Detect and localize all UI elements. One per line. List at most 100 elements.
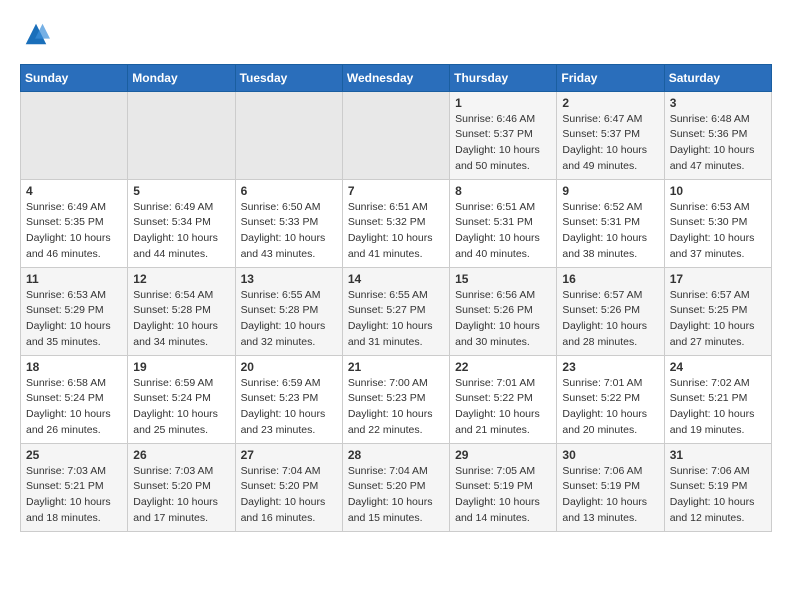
day-info: Sunrise: 6:49 AMSunset: 5:34 PMDaylight:… — [133, 201, 218, 260]
calendar-cell: 23 Sunrise: 7:01 AMSunset: 5:22 PMDaylig… — [557, 355, 664, 443]
day-number: 1 — [455, 96, 551, 110]
calendar-cell: 27 Sunrise: 7:04 AMSunset: 5:20 PMDaylig… — [235, 443, 342, 531]
page-header — [20, 20, 772, 54]
calendar-cell: 31 Sunrise: 7:06 AMSunset: 5:19 PMDaylig… — [664, 443, 771, 531]
day-number: 7 — [348, 184, 444, 198]
day-number: 28 — [348, 448, 444, 462]
day-number: 21 — [348, 360, 444, 374]
calendar-cell: 4 Sunrise: 6:49 AMSunset: 5:35 PMDayligh… — [21, 179, 128, 267]
calendar-cell: 24 Sunrise: 7:02 AMSunset: 5:21 PMDaylig… — [664, 355, 771, 443]
weekday-header-saturday: Saturday — [664, 64, 771, 91]
calendar-cell: 5 Sunrise: 6:49 AMSunset: 5:34 PMDayligh… — [128, 179, 235, 267]
day-number: 10 — [670, 184, 766, 198]
day-info: Sunrise: 7:02 AMSunset: 5:21 PMDaylight:… — [670, 377, 755, 436]
day-info: Sunrise: 6:56 AMSunset: 5:26 PMDaylight:… — [455, 289, 540, 348]
day-number: 17 — [670, 272, 766, 286]
calendar-cell — [342, 91, 449, 179]
day-number: 27 — [241, 448, 337, 462]
calendar-cell — [128, 91, 235, 179]
calendar-cell: 9 Sunrise: 6:52 AMSunset: 5:31 PMDayligh… — [557, 179, 664, 267]
calendar-cell: 13 Sunrise: 6:55 AMSunset: 5:28 PMDaylig… — [235, 267, 342, 355]
calendar-cell: 14 Sunrise: 6:55 AMSunset: 5:27 PMDaylig… — [342, 267, 449, 355]
calendar-cell: 25 Sunrise: 7:03 AMSunset: 5:21 PMDaylig… — [21, 443, 128, 531]
weekday-header-row: SundayMondayTuesdayWednesdayThursdayFrid… — [21, 64, 772, 91]
day-number: 5 — [133, 184, 229, 198]
calendar-cell: 10 Sunrise: 6:53 AMSunset: 5:30 PMDaylig… — [664, 179, 771, 267]
day-info: Sunrise: 7:01 AMSunset: 5:22 PMDaylight:… — [562, 377, 647, 436]
day-number: 31 — [670, 448, 766, 462]
day-number: 14 — [348, 272, 444, 286]
logo-icon — [22, 20, 50, 48]
day-number: 8 — [455, 184, 551, 198]
day-info: Sunrise: 6:53 AMSunset: 5:29 PMDaylight:… — [26, 289, 111, 348]
day-number: 30 — [562, 448, 658, 462]
calendar-cell — [21, 91, 128, 179]
day-number: 23 — [562, 360, 658, 374]
day-info: Sunrise: 6:55 AMSunset: 5:28 PMDaylight:… — [241, 289, 326, 348]
calendar-cell: 15 Sunrise: 6:56 AMSunset: 5:26 PMDaylig… — [450, 267, 557, 355]
day-info: Sunrise: 6:58 AMSunset: 5:24 PMDaylight:… — [26, 377, 111, 436]
day-number: 24 — [670, 360, 766, 374]
day-number: 2 — [562, 96, 658, 110]
calendar-week-row: 1 Sunrise: 6:46 AMSunset: 5:37 PMDayligh… — [21, 91, 772, 179]
weekday-header-friday: Friday — [557, 64, 664, 91]
day-info: Sunrise: 6:47 AMSunset: 5:37 PMDaylight:… — [562, 113, 647, 172]
day-info: Sunrise: 7:05 AMSunset: 5:19 PMDaylight:… — [455, 465, 540, 524]
calendar-cell: 22 Sunrise: 7:01 AMSunset: 5:22 PMDaylig… — [450, 355, 557, 443]
day-info: Sunrise: 6:54 AMSunset: 5:28 PMDaylight:… — [133, 289, 218, 348]
calendar-cell: 8 Sunrise: 6:51 AMSunset: 5:31 PMDayligh… — [450, 179, 557, 267]
day-info: Sunrise: 6:46 AMSunset: 5:37 PMDaylight:… — [455, 113, 540, 172]
day-number: 13 — [241, 272, 337, 286]
day-info: Sunrise: 6:49 AMSunset: 5:35 PMDaylight:… — [26, 201, 111, 260]
day-number: 11 — [26, 272, 122, 286]
calendar-cell: 18 Sunrise: 6:58 AMSunset: 5:24 PMDaylig… — [21, 355, 128, 443]
weekday-header-tuesday: Tuesday — [235, 64, 342, 91]
calendar-cell: 29 Sunrise: 7:05 AMSunset: 5:19 PMDaylig… — [450, 443, 557, 531]
weekday-header-wednesday: Wednesday — [342, 64, 449, 91]
day-info: Sunrise: 7:04 AMSunset: 5:20 PMDaylight:… — [241, 465, 326, 524]
day-info: Sunrise: 7:03 AMSunset: 5:21 PMDaylight:… — [26, 465, 111, 524]
day-info: Sunrise: 6:59 AMSunset: 5:24 PMDaylight:… — [133, 377, 218, 436]
weekday-header-sunday: Sunday — [21, 64, 128, 91]
day-number: 18 — [26, 360, 122, 374]
calendar-week-row: 11 Sunrise: 6:53 AMSunset: 5:29 PMDaylig… — [21, 267, 772, 355]
calendar-cell: 7 Sunrise: 6:51 AMSunset: 5:32 PMDayligh… — [342, 179, 449, 267]
day-number: 12 — [133, 272, 229, 286]
day-number: 6 — [241, 184, 337, 198]
day-info: Sunrise: 6:51 AMSunset: 5:31 PMDaylight:… — [455, 201, 540, 260]
day-info: Sunrise: 6:57 AMSunset: 5:25 PMDaylight:… — [670, 289, 755, 348]
calendar-cell: 26 Sunrise: 7:03 AMSunset: 5:20 PMDaylig… — [128, 443, 235, 531]
day-info: Sunrise: 6:52 AMSunset: 5:31 PMDaylight:… — [562, 201, 647, 260]
calendar-cell — [235, 91, 342, 179]
calendar-cell: 20 Sunrise: 6:59 AMSunset: 5:23 PMDaylig… — [235, 355, 342, 443]
day-number: 9 — [562, 184, 658, 198]
day-info: Sunrise: 6:53 AMSunset: 5:30 PMDaylight:… — [670, 201, 755, 260]
day-number: 3 — [670, 96, 766, 110]
calendar-table: SundayMondayTuesdayWednesdayThursdayFrid… — [20, 64, 772, 532]
calendar-cell: 2 Sunrise: 6:47 AMSunset: 5:37 PMDayligh… — [557, 91, 664, 179]
day-number: 20 — [241, 360, 337, 374]
calendar-cell: 21 Sunrise: 7:00 AMSunset: 5:23 PMDaylig… — [342, 355, 449, 443]
calendar-cell: 28 Sunrise: 7:04 AMSunset: 5:20 PMDaylig… — [342, 443, 449, 531]
day-info: Sunrise: 6:59 AMSunset: 5:23 PMDaylight:… — [241, 377, 326, 436]
day-info: Sunrise: 7:06 AMSunset: 5:19 PMDaylight:… — [562, 465, 647, 524]
day-info: Sunrise: 6:50 AMSunset: 5:33 PMDaylight:… — [241, 201, 326, 260]
day-number: 16 — [562, 272, 658, 286]
calendar-cell: 6 Sunrise: 6:50 AMSunset: 5:33 PMDayligh… — [235, 179, 342, 267]
calendar-cell: 17 Sunrise: 6:57 AMSunset: 5:25 PMDaylig… — [664, 267, 771, 355]
calendar-week-row: 18 Sunrise: 6:58 AMSunset: 5:24 PMDaylig… — [21, 355, 772, 443]
logo — [20, 20, 50, 54]
weekday-header-monday: Monday — [128, 64, 235, 91]
day-number: 25 — [26, 448, 122, 462]
day-number: 4 — [26, 184, 122, 198]
day-info: Sunrise: 6:55 AMSunset: 5:27 PMDaylight:… — [348, 289, 433, 348]
calendar-week-row: 25 Sunrise: 7:03 AMSunset: 5:21 PMDaylig… — [21, 443, 772, 531]
day-info: Sunrise: 6:48 AMSunset: 5:36 PMDaylight:… — [670, 113, 755, 172]
day-number: 19 — [133, 360, 229, 374]
day-info: Sunrise: 7:00 AMSunset: 5:23 PMDaylight:… — [348, 377, 433, 436]
calendar-cell: 16 Sunrise: 6:57 AMSunset: 5:26 PMDaylig… — [557, 267, 664, 355]
weekday-header-thursday: Thursday — [450, 64, 557, 91]
day-number: 26 — [133, 448, 229, 462]
day-number: 22 — [455, 360, 551, 374]
calendar-cell: 30 Sunrise: 7:06 AMSunset: 5:19 PMDaylig… — [557, 443, 664, 531]
